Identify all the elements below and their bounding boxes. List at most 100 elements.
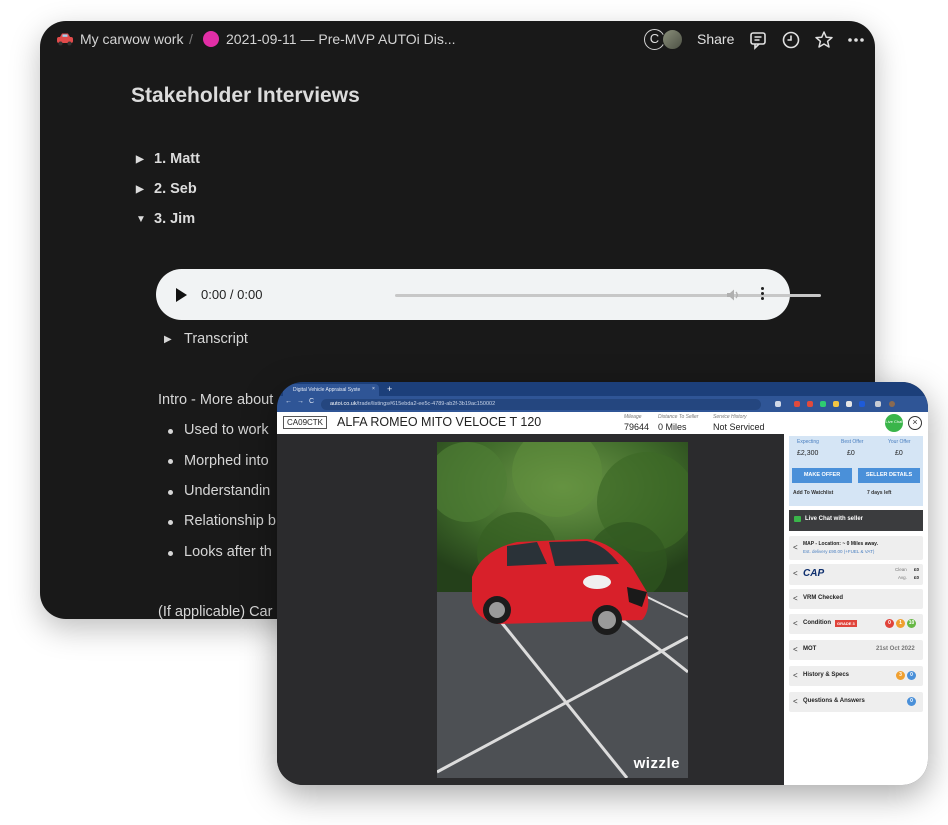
cap-clean-value: £0 [914,567,920,572]
url-path: /trade/listings#615ebda2-ee5c-4789-ab2f-… [356,401,496,407]
mot-row[interactable]: < MOT 21st Oct 2022 [789,640,923,660]
share-button[interactable]: Share [697,31,734,47]
qa-label: Questions & Answers [803,698,865,704]
notion-topbar: My carwow work / 2021-09-11 — Pre-MVP AU… [40,21,875,59]
offer-label: Best Offer [841,439,864,445]
add-to-watchlist-link[interactable]: Add To Watchlist [793,490,833,496]
toggle-item-matt[interactable]: ▶ 1. Matt [136,151,200,167]
condition-row[interactable]: < Condition GRADE 3 0 1 10 [789,614,923,634]
extension-icon[interactable] [807,401,813,407]
toggle-item-jim[interactable]: ▼ 3. Jim [136,211,195,227]
extension-icon[interactable] [794,401,800,407]
history-count-blue: 0 [907,671,916,680]
play-icon[interactable] [176,288,187,302]
condition-count-amber: 1 [896,619,905,628]
forward-icon[interactable]: → [297,398,304,405]
chevron-left-icon: < [793,619,798,628]
photo-watermark: wizzle [633,755,680,772]
more-icon[interactable] [846,30,866,50]
close-icon[interactable]: × [908,416,922,430]
footer-text: (If applicable) Car [158,604,273,619]
extension-icon[interactable] [859,401,865,407]
vehicle-photo[interactable]: wizzle [437,442,688,778]
vrm-row[interactable]: < VRM Checked [789,589,923,609]
audio-player: 0:00 / 0:00 [156,269,821,320]
breadcrumb-workspace[interactable]: My carwow work [80,31,183,47]
stat-value: 0 Miles [658,422,687,432]
cap-avg-label: Avg. [898,575,907,580]
condition-count-green: 10 [907,619,916,628]
cap-logo: CAP [803,568,825,579]
avatar-photo[interactable] [662,29,683,50]
photo-viewer: wizzle [277,434,784,785]
triangle-right-icon[interactable]: ▶ [136,184,154,195]
toggle-transcript[interactable]: ▶ Transcript [164,331,248,347]
audio-progress-bar[interactable] [395,294,821,297]
chevron-left-icon: < [793,569,798,578]
make-offer-button[interactable]: MAKE OFFER [792,468,852,483]
triangle-down-icon[interactable]: ▼ [136,214,154,225]
chevron-left-icon: < [793,645,798,654]
clock-icon[interactable] [781,30,801,50]
breadcrumb-separator: / [189,31,193,47]
triangle-right-icon[interactable]: ▶ [164,334,184,345]
history-label: History & Specs [803,672,850,678]
volume-icon[interactable] [724,286,742,304]
address-field[interactable]: autoi.co.uk/trade/listings#615ebda2-ee5c… [321,399,761,410]
tab-close-icon[interactable]: × [372,386,375,392]
toggle-item-seb[interactable]: ▶ 2. Seb [136,181,197,197]
toggle-label: 1. Matt [154,151,200,167]
bullet-dot [168,551,173,556]
extension-icon[interactable] [846,401,852,407]
puzzle-icon[interactable] [875,401,881,407]
stat-label: Mileage [624,414,642,420]
map-subtitle: Est. delivery £90.00 (+FUEL & VAT) [803,549,875,554]
profile-avatar[interactable] [889,401,895,407]
offer-label: Your Offer [888,439,911,445]
new-tab-icon[interactable]: + [387,384,392,394]
seller-details-button[interactable]: SELLER DETAILS [858,468,920,483]
list-item: Understandin [184,483,271,499]
transcript-label: Transcript [184,331,248,347]
browser-tab[interactable]: Digital Vehicle Appraisal Syste [283,384,379,396]
live-chat-button[interactable]: Live Chat with seller [789,510,923,531]
qa-row[interactable]: < Questions & Answers 0 [789,692,923,712]
back-icon[interactable]: ← [285,398,292,405]
mot-date: 21st Oct 2022 [876,646,915,652]
triangle-right-icon[interactable]: ▶ [136,154,154,165]
page-title: Stakeholder Interviews [131,84,360,107]
vrm-label: VRM Checked [803,595,844,601]
comment-icon[interactable] [748,30,768,50]
offer-label: Expecting [797,439,819,445]
history-row[interactable]: < History & Specs 3 0 [789,666,923,686]
map-title: MAP - Location: ~ 0 Miles away. [803,541,878,547]
offer-summary: Expecting £2,300 Best Offer £0 Your Offe… [789,436,923,506]
browser-window: Digital Vehicle Appraisal Syste × + ← → … [277,382,928,785]
reload-icon[interactable]: C [309,398,314,405]
url-host: autoi.co.uk [330,401,357,407]
car-icon [57,33,73,46]
extension-icon[interactable] [820,401,826,407]
toggle-label: 3. Jim [154,211,196,227]
page-icon [203,31,219,47]
chevron-left-icon: < [793,671,798,680]
list-item: Morphed into [184,453,269,469]
live-chat-badge[interactable]: Live Chat [885,414,903,432]
live-chat-label: Live Chat with seller [805,516,864,522]
cap-row[interactable]: < CAP Clean £0 Avg. £0 [789,564,923,585]
car-photo-illustration [437,442,688,778]
stat-label: Service History [713,414,747,420]
chevron-left-icon: < [793,543,798,552]
stat-label: Distance To Seller [658,414,699,420]
cap-avg-value: £0 [914,575,920,580]
list-item: Used to work [184,422,269,438]
stat-value: Not Serviced [713,422,765,432]
star-icon[interactable] [814,30,834,50]
offer-value: £0 [895,450,903,457]
breadcrumb-page[interactable]: 2021-09-11 — Pre-MVP AUTOi Dis... [226,31,456,47]
list-item: Relationship b [184,513,276,529]
extension-icon[interactable] [775,401,781,407]
extension-icon[interactable] [833,401,839,407]
map-row[interactable]: < MAP - Location: ~ 0 Miles away. Est. d… [789,536,923,560]
bullet-dot [168,490,173,495]
